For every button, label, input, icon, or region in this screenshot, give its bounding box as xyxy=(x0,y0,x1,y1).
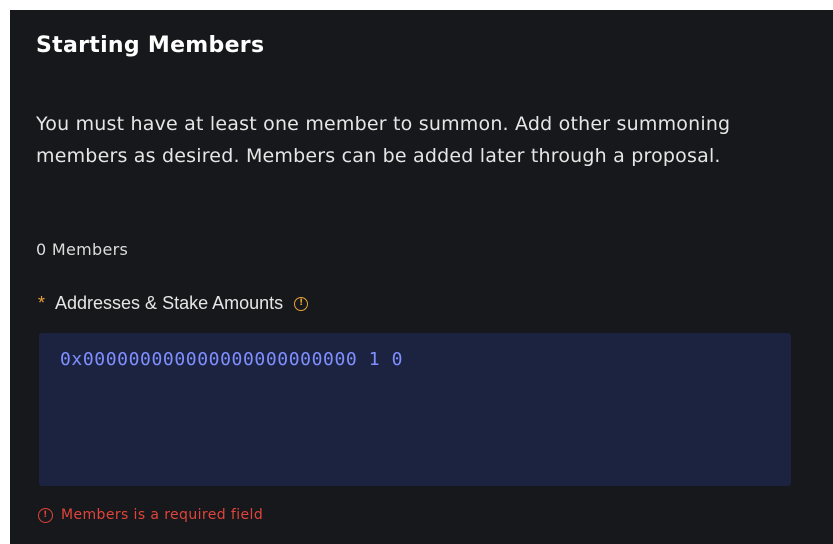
addresses-field-label: * Addresses & Stake Amounts ! xyxy=(38,293,309,314)
required-marker: * xyxy=(38,293,46,313)
section-title: Starting Members xyxy=(36,33,265,58)
alert-circle-icon: ! xyxy=(38,507,53,523)
section-description: You must have at least one member to sum… xyxy=(36,113,731,167)
member-count: 0 Members xyxy=(36,240,129,259)
info-circle-icon[interactable]: ! xyxy=(294,296,309,311)
error-text: Members is a required field xyxy=(61,507,264,523)
addresses-label-text: Addresses & Stake Amounts xyxy=(55,293,284,313)
addresses-stake-textarea[interactable]: 0x000000000000000000000000 1 0 xyxy=(39,333,791,486)
starting-members-panel: Starting Members You must have at least … xyxy=(10,10,833,544)
members-error-message: ! Members is a required field xyxy=(38,507,263,523)
